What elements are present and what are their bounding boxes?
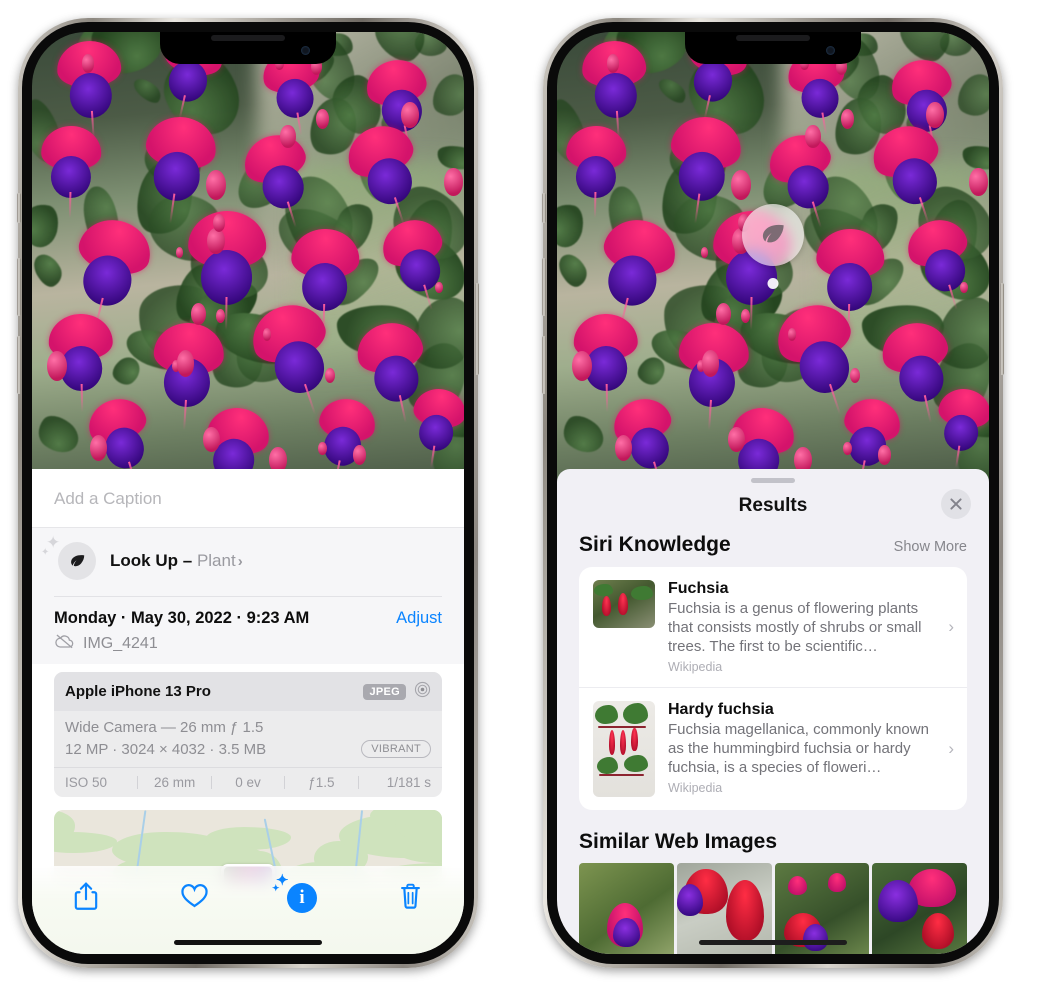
result-title: Hardy fuchsia <box>668 701 774 719</box>
phone-notch <box>160 32 336 64</box>
info-sparkle-icon: ✦ ✦ i <box>272 874 317 913</box>
look-up-dash: – <box>182 551 193 570</box>
result-description: Fuchsia magellanica, commonly known as t… <box>668 721 929 777</box>
earpiece-speaker <box>736 35 810 41</box>
section-title: Siri Knowledge <box>579 533 731 556</box>
camera-model: Apple iPhone 13 Pro <box>65 683 211 700</box>
chevron-right-icon: › <box>237 553 243 570</box>
favorite-button[interactable] <box>167 878 221 918</box>
result-thumbnail <box>593 701 655 798</box>
info-button[interactable]: ✦ ✦ i <box>272 874 329 918</box>
siri-knowledge-header: Siri Knowledge Show More <box>557 533 989 567</box>
sparkle-small-icon: ✦ <box>41 547 50 558</box>
volume-up-button[interactable] <box>542 258 546 316</box>
sparkle-icon: ✦ <box>46 533 61 552</box>
trash-icon <box>398 882 423 915</box>
silent-switch[interactable] <box>542 193 546 223</box>
results-sheet: Results Siri Knowledge Show More Fuchsia… <box>557 469 989 954</box>
volume-up-button[interactable] <box>17 258 21 316</box>
phone-notch <box>685 32 861 64</box>
exif-stat-aperture: ƒ1.5 <box>308 775 335 790</box>
similar-web-images-header: Similar Web Images <box>557 810 989 863</box>
exif-stat-shutter: 1/181 s <box>386 775 432 790</box>
volume-down-button[interactable] <box>17 336 21 394</box>
divider <box>54 596 442 597</box>
photo-metadata: Monday · May 30, 2022 · 9:23 AM Adjust I… <box>32 596 464 664</box>
cloud-slash-icon <box>54 633 75 654</box>
exif-stat-exposure: 0 ev <box>235 775 261 790</box>
visual-look-up-anchor-dot <box>767 278 779 289</box>
list-item[interactable]: Hardy fuchsia Fuchsia magellanica, commo… <box>579 687 967 810</box>
show-more-button[interactable]: Show More <box>894 539 967 555</box>
leaf-icon: ✦ ✦ <box>41 534 96 580</box>
phone-screen-right: Results Siri Knowledge Show More Fuchsia… <box>557 32 989 954</box>
heart-icon <box>180 882 209 914</box>
look-up-row[interactable]: ✦ ✦ Look Up – Plant › <box>32 528 464 596</box>
look-up-title: Look Up <box>110 551 178 570</box>
share-icon <box>73 881 99 916</box>
phone-right: Results Siri Knowledge Show More Fuchsia… <box>542 18 1004 968</box>
result-thumbnail <box>593 580 655 628</box>
share-button[interactable] <box>59 878 113 918</box>
aperture-icon <box>414 681 431 702</box>
volume-down-button[interactable] <box>542 336 546 394</box>
front-camera <box>301 46 310 55</box>
section-title: Similar Web Images <box>579 830 778 854</box>
exif-card[interactable]: Apple iPhone 13 Pro JPEG Wide Camera — 2… <box>54 672 442 797</box>
exif-header: Apple iPhone 13 Pro JPEG <box>54 672 442 711</box>
caption-input[interactable]: Add a Caption <box>32 469 464 528</box>
format-badge: JPEG <box>363 683 406 700</box>
power-button[interactable] <box>1000 283 1004 375</box>
exif-stat-iso: ISO 50 <box>65 775 108 790</box>
results-title: Results <box>738 495 808 516</box>
photo-datetime: Monday · May 30, 2022 · 9:23 AM <box>54 609 310 627</box>
photographic-style-badge: VIBRANT <box>361 740 431 758</box>
web-image-thumbnail[interactable] <box>872 863 967 954</box>
sparkle-small-icon: ✦ <box>272 883 280 893</box>
result-description: Fuchsia is a genus of flowering plants t… <box>668 600 922 656</box>
result-source: Wikipedia <box>668 660 723 675</box>
web-image-thumbnail[interactable] <box>579 863 674 954</box>
delete-button[interactable] <box>383 878 437 918</box>
earpiece-speaker <box>211 35 285 41</box>
result-source: Wikipedia <box>668 781 723 796</box>
close-icon[interactable] <box>941 489 971 519</box>
lens-info: Wide Camera — 26 mm ƒ 1.5 <box>65 719 264 736</box>
chevron-right-icon: › <box>948 617 954 637</box>
siri-knowledge-card: Fuchsia Fuchsia is a genus of flowering … <box>579 567 967 811</box>
fuchsia-flowers-photo[interactable] <box>32 32 464 502</box>
look-up-subject: Plant <box>196 551 236 570</box>
exif-stat-focal: 26 mm <box>153 775 196 790</box>
fuchsia-flowers-photo[interactable] <box>557 32 989 502</box>
look-up-label: Look Up – Plant › <box>110 551 243 571</box>
phone-left: Add a Caption ✦ ✦ Look Up – Plant › Mond… <box>17 18 479 968</box>
visual-look-up-badge[interactable] <box>742 204 804 289</box>
power-button[interactable] <box>475 283 479 375</box>
list-item[interactable]: Fuchsia Fuchsia is a genus of flowering … <box>579 567 967 687</box>
leaf-icon <box>742 204 804 266</box>
exif-stats-row: ISO 50 26 mm 0 ev ƒ1.5 1/181 s <box>54 767 442 797</box>
silent-switch[interactable] <box>17 193 21 223</box>
home-indicator <box>699 940 847 945</box>
adjust-button[interactable]: Adjust <box>396 609 442 628</box>
home-indicator <box>174 940 322 945</box>
photo-filename: IMG_4241 <box>83 634 158 652</box>
image-size-info: 12 MP · 3024 × 4032 · 3.5 MB <box>65 740 267 758</box>
screenshot-stage: Add a Caption ✦ ✦ Look Up – Plant › Mond… <box>0 0 1055 985</box>
exif-body: Wide Camera — 26 mm ƒ 1.5 12 MP · 3024 ×… <box>54 711 442 767</box>
result-title: Fuchsia <box>668 580 729 597</box>
phone-screen-left: Add a Caption ✦ ✦ Look Up – Plant › Mond… <box>32 32 464 954</box>
front-camera <box>826 46 835 55</box>
chevron-right-icon: › <box>948 739 954 759</box>
